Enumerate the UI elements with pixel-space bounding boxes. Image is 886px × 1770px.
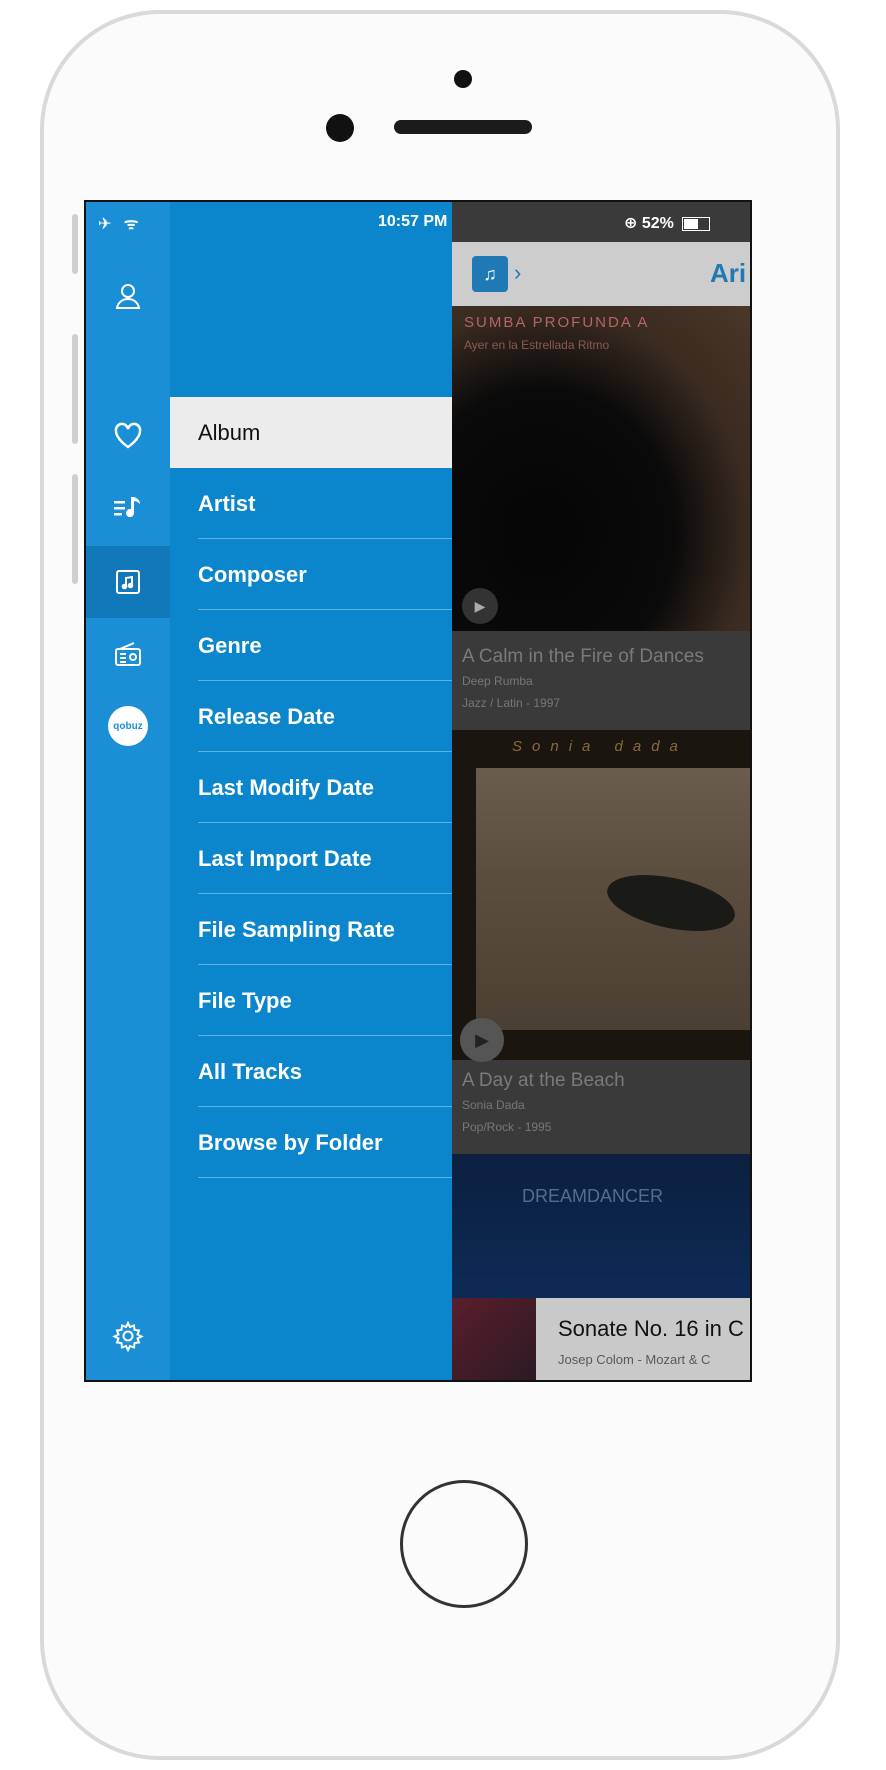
- qobuz-button[interactable]: qobuz: [86, 690, 170, 762]
- cover-photo: [476, 768, 750, 1030]
- cover-title: Sonia dada: [512, 738, 688, 755]
- album-cover: DREAMDANCER: [452, 1154, 750, 1304]
- volume-down-button: [72, 474, 78, 584]
- album-card[interactable]: DREAMDANCER: [452, 1154, 750, 1304]
- menu-item-last-import-date[interactable]: Last Import Date: [170, 823, 452, 894]
- cover-title: DREAMDANCER: [522, 1186, 664, 1206]
- playlists-button[interactable]: [86, 472, 170, 544]
- battery-percent: ⊕ 52%: [624, 215, 674, 232]
- menu-item-release-date[interactable]: Release Date: [170, 681, 452, 752]
- menu-item-genre[interactable]: Genre: [170, 610, 452, 681]
- nav-title: Ari: [710, 258, 747, 288]
- menu-item-all-tracks[interactable]: All Tracks: [170, 1036, 452, 1107]
- library-icon: [116, 570, 140, 594]
- battery-status: ⊕ 52%: [624, 213, 711, 233]
- airplane-wifi-icons: ✈ ᯤ: [98, 216, 143, 233]
- heart-icon: [114, 422, 142, 449]
- battery-icon: [682, 216, 711, 231]
- menu-item-file-type[interactable]: File Type: [170, 965, 452, 1036]
- chevron-right-icon: ›: [514, 260, 522, 285]
- album-artist: Deep Rumba: [462, 674, 533, 688]
- playlist-icon: [114, 497, 140, 518]
- icon-rail: qobuz: [86, 202, 170, 1380]
- album-card[interactable]: SUMBA PROFUNDA A Ayer en la Estrellada R…: [452, 306, 750, 726]
- earpiece-speaker: [394, 120, 532, 134]
- album-cover: SUMBA PROFUNDA A Ayer en la Estrellada R…: [452, 306, 750, 631]
- screen: ♫ › Ari SUMBA PROFUNDA A Ayer en la Estr…: [84, 200, 752, 1382]
- menu-item-browse-by-folder[interactable]: Browse by Folder: [170, 1107, 452, 1178]
- library-button[interactable]: [86, 546, 170, 618]
- now-playing-bar[interactable]: Sonate No. 16 in C Josep Colom - Mozart …: [452, 1298, 750, 1380]
- front-camera: [326, 114, 354, 142]
- library-nav-bar: ♫ › Ari: [452, 242, 750, 306]
- now-playing-title: Sonate No. 16 in C: [558, 1316, 744, 1341]
- proximity-sensor: [454, 70, 472, 88]
- now-playing-artwork: [452, 1298, 536, 1380]
- album-card[interactable]: Sonia dada ▶ A Day at the Beach Sonia Da…: [452, 730, 750, 1150]
- profile-button[interactable]: [86, 260, 170, 332]
- qobuz-icon: qobuz: [108, 706, 148, 746]
- settings-icon: [112, 1320, 144, 1352]
- browse-menu-list: Album Artist Composer Genre Release Date…: [170, 397, 452, 1178]
- island-shape: [602, 865, 740, 941]
- menu-item-artist[interactable]: Artist: [170, 468, 452, 539]
- library-music-icon[interactable]: ♫: [472, 256, 508, 292]
- menu-item-composer[interactable]: Composer: [170, 539, 452, 610]
- album-title: A Day at the Beach: [462, 1070, 625, 1091]
- album-title: A Calm in the Fire of Dances: [462, 646, 704, 667]
- album-meta: Pop/Rock - 1995: [462, 1120, 552, 1134]
- cover-subtitle: Ayer en la Estrellada Ritmo: [464, 338, 610, 352]
- status-bar: ✈ ᯤ 10:57 PM ⊕ 52%: [86, 202, 750, 242]
- now-playing-subtitle: Josep Colom - Mozart & C: [558, 1352, 711, 1367]
- play-icon[interactable]: ▶: [460, 1018, 504, 1062]
- album-cover: Sonia dada ▶: [452, 730, 750, 1062]
- menu-item-album[interactable]: Album: [170, 397, 452, 468]
- album-meta: Jazz / Latin - 1997: [462, 696, 561, 710]
- silent-switch: [72, 214, 78, 274]
- browse-menu: Album Artist Composer Genre Release Date…: [170, 202, 452, 1380]
- status-time: 10:57 PM: [378, 213, 448, 230]
- home-button[interactable]: [400, 1480, 528, 1608]
- radio-icon: [115, 642, 141, 666]
- play-icon[interactable]: ▶: [462, 588, 498, 624]
- profile-icon: [115, 284, 141, 309]
- library-content: ♫ › Ari SUMBA PROFUNDA A Ayer en la Estr…: [452, 202, 750, 1380]
- menu-item-file-sampling-rate[interactable]: File Sampling Rate: [170, 894, 452, 965]
- volume-up-button: [72, 334, 78, 444]
- favorites-button[interactable]: [86, 400, 170, 472]
- album-artist: Sonia Dada: [462, 1098, 525, 1112]
- menu-item-last-modify-date[interactable]: Last Modify Date: [170, 752, 452, 823]
- now-playing-info: Sonate No. 16 in C Josep Colom - Mozart …: [536, 1298, 750, 1380]
- settings-button[interactable]: [86, 1300, 170, 1372]
- cover-title: SUMBA PROFUNDA A: [464, 314, 650, 331]
- radio-button[interactable]: [86, 618, 170, 690]
